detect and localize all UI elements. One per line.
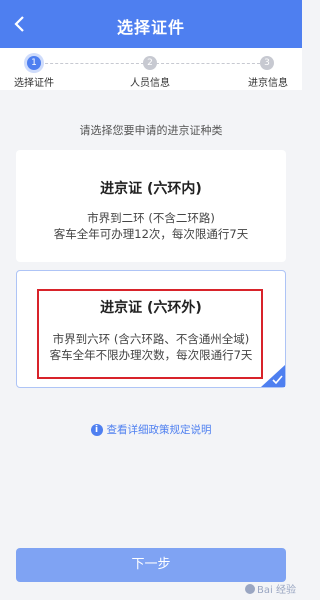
paw-icon bbox=[245, 583, 256, 594]
option-title: 进京证 (六环内) bbox=[100, 181, 202, 197]
step-2-label: 人员信息 bbox=[130, 78, 170, 89]
next-step-button[interactable]: 下一步 bbox=[16, 548, 286, 582]
step-3-label: 进京信息 bbox=[248, 78, 288, 89]
policy-link[interactable]: i 查看详细政策规定说明 bbox=[0, 422, 302, 437]
option-rules: 客车全年可办理12次，每次限通行7天 bbox=[53, 227, 249, 241]
info-icon: i bbox=[90, 423, 103, 436]
selected-check-icon bbox=[261, 365, 285, 387]
annotation-highlight-box bbox=[37, 289, 263, 379]
step-1-label: 选择证件 bbox=[14, 78, 54, 89]
app-header: 选择证件 bbox=[0, 0, 302, 48]
page-title: 选择证件 bbox=[116, 18, 185, 37]
progress-stepper: 1 选择证件 2 人员信息 3 进京信息 bbox=[0, 48, 302, 90]
step-3-indicator: 3 bbox=[260, 56, 274, 70]
step-2-indicator: 2 bbox=[143, 56, 157, 70]
permit-option-inner-sixth-ring[interactable]: 进京证 (六环内) 市界到二环 (不含二环路) 客车全年可办理12次，每次限通行… bbox=[16, 150, 286, 262]
step-1-indicator: 1 bbox=[27, 56, 41, 70]
watermark-text: Bai 经验 bbox=[257, 585, 296, 596]
step-connector bbox=[156, 63, 260, 65]
watermark: Bai 经验 bbox=[245, 581, 296, 596]
option-scope: 市界到二环 (不含二环路) bbox=[87, 211, 215, 225]
selection-prompt: 请选择您要申请的进京证种类 bbox=[79, 124, 223, 137]
policy-link-label: 查看详细政策规定说明 bbox=[106, 424, 212, 436]
step-connector bbox=[40, 63, 144, 65]
